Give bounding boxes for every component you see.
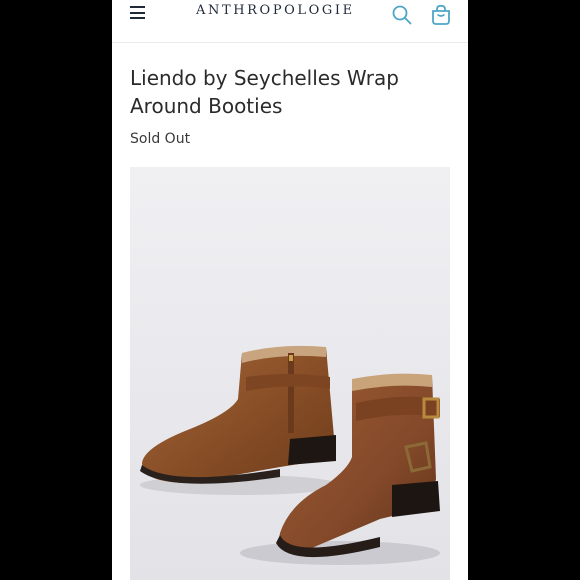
site-header: ANTHROPOLOGIE (112, 0, 468, 43)
product-image[interactable] (130, 167, 450, 580)
menu-icon[interactable] (130, 6, 148, 22)
search-icon[interactable] (391, 4, 413, 26)
booties-illustration (130, 167, 450, 580)
phone-screen: ANTHROPOLOGIE Liendo by Seychelles Wrap … (112, 0, 468, 580)
product-title: Liendo by Seychelles Wrap Around Booties (130, 66, 399, 118)
availability-status: Sold Out (130, 131, 191, 147)
shopping-bag-icon[interactable] (430, 4, 452, 26)
brand-logo[interactable]: ANTHROPOLOGIE (196, 3, 355, 18)
